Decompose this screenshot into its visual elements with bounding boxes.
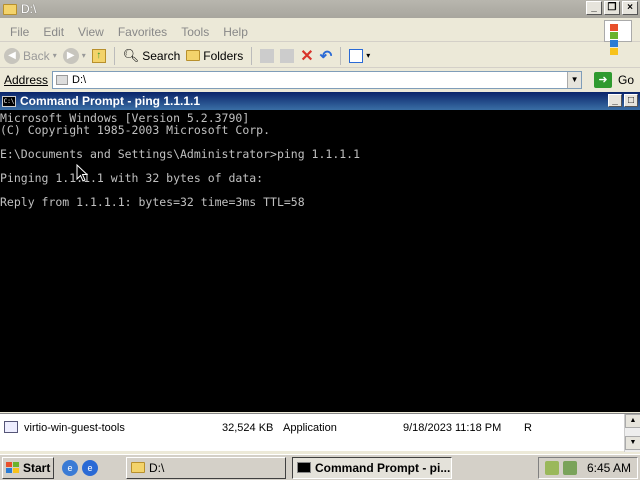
- search-icon: 🔍︎: [122, 47, 140, 63]
- address-value: D:\: [72, 74, 87, 86]
- restore-button[interactable]: ❐: [604, 1, 620, 15]
- cmd-icon: [297, 462, 311, 473]
- clock: 6:45 AM: [587, 460, 632, 475]
- start-label: Start: [23, 460, 51, 475]
- tray-icon[interactable]: [545, 460, 559, 475]
- views-icon: [349, 48, 364, 63]
- taskbar-item-label: D:\: [149, 460, 165, 475]
- mouse-pointer-icon: [76, 164, 88, 182]
- folders-button[interactable]: Folders: [186, 49, 243, 63]
- explorer-title-bar[interactable]: D:\ _ ❐ ×: [0, 0, 640, 18]
- explorer-title: D:\: [21, 2, 37, 16]
- file-type: Application: [283, 422, 337, 434]
- folder-icon: [3, 3, 17, 15]
- back-button[interactable]: ◀ Back ▾: [4, 47, 57, 64]
- address-bar: Address D:\ ▼ ➜ Go: [0, 70, 640, 90]
- menu-favorites[interactable]: Favorites: [118, 25, 167, 39]
- taskbar-item-cmd[interactable]: Command Prompt - pi...: [292, 456, 452, 479]
- delete-x-icon: ✕: [300, 47, 314, 65]
- cmd-console[interactable]: Microsoft Windows [Version 5.2.3790] (C)…: [0, 110, 640, 412]
- console-line: Reply from 1.1.1.1: bytes=32 time=3ms TT…: [0, 195, 305, 209]
- back-label: Back: [23, 48, 50, 63]
- forward-arrow-icon: ▶: [62, 47, 79, 64]
- console-line: (C) Copyright 1985-2003 Microsoft Corp.: [0, 123, 271, 137]
- folders-icon: [186, 50, 201, 61]
- undo-button[interactable]: ↶: [320, 47, 333, 65]
- cmd-icon: C:\: [2, 95, 16, 107]
- menu-bar: File Edit View Favorites Tools Help: [0, 20, 640, 55]
- console-line: E:\Documents and Settings\Administrator>…: [0, 147, 361, 161]
- move-to-button[interactable]: [260, 48, 275, 63]
- search-button[interactable]: 🔍︎ Search: [123, 48, 181, 64]
- go-button[interactable]: ➜ Go: [594, 72, 634, 88]
- menu-file[interactable]: File: [10, 25, 29, 39]
- up-folder-button[interactable]: ↑: [91, 48, 106, 63]
- go-arrow-icon: ➜: [594, 72, 613, 88]
- taskbar-item-explorer[interactable]: D:\: [126, 456, 286, 479]
- views-button[interactable]: ▾: [349, 48, 370, 63]
- delete-button[interactable]: ✕: [300, 46, 313, 66]
- copy-to-icon: [280, 48, 295, 63]
- minimize-button[interactable]: _: [586, 1, 602, 15]
- undo-icon: ↶: [319, 47, 333, 65]
- close-button[interactable]: ×: [622, 1, 638, 15]
- file-name: virtio-win-guest-tools: [24, 422, 125, 434]
- go-label: Go: [618, 73, 635, 87]
- start-button[interactable]: Start: [2, 456, 54, 479]
- scroll-up-icon[interactable]: ▲: [625, 414, 640, 428]
- vertical-scrollbar[interactable]: ▲ ▼: [624, 414, 640, 452]
- back-arrow-icon: ◀: [4, 47, 20, 64]
- search-label: Search: [142, 48, 181, 63]
- address-dropdown-button[interactable]: ▼: [567, 72, 582, 88]
- folder-icon: [131, 462, 145, 473]
- menu-help[interactable]: Help: [223, 25, 248, 39]
- explorer-toolbar: ◀ Back ▾ ▶ ▾ ↑ 🔍︎ Search Folders ✕ ↶ ▾: [0, 44, 640, 68]
- system-tray: 6:45 AM: [538, 456, 638, 479]
- address-input[interactable]: D:\ ▼: [52, 71, 583, 89]
- cmd-maximize-button[interactable]: □: [624, 94, 638, 107]
- forward-button[interactable]: ▶ ▾: [62, 47, 86, 64]
- windows-flag-icon: [6, 461, 20, 474]
- scroll-down-icon[interactable]: ▼: [625, 436, 640, 450]
- taskbar: Start e e D:\ Command Prompt - pi... 6:4…: [0, 454, 640, 480]
- cmd-minimize-button[interactable]: _: [608, 94, 622, 107]
- menu-edit[interactable]: Edit: [43, 25, 64, 39]
- taskbar-item-label: Command Prompt - pi...: [315, 460, 451, 475]
- folders-label: Folders: [203, 48, 244, 63]
- file-attributes: R: [524, 422, 532, 434]
- windows-logo-icon: [604, 20, 632, 55]
- console-line: Pinging 1.1.1.1 with 32 bytes of data:: [0, 171, 264, 185]
- file-list: virtio-win-guest-tools 32,524 KB Applica…: [0, 413, 640, 452]
- move-to-icon: [260, 48, 275, 63]
- ie-quicklaunch-icon[interactable]: e: [82, 459, 98, 476]
- cmd-title-bar[interactable]: C:\ Command Prompt - ping 1.1.1.1 _ □: [0, 92, 640, 110]
- file-size: 32,524 KB: [222, 422, 274, 434]
- network-icon[interactable]: [563, 460, 577, 475]
- copy-to-button[interactable]: [280, 48, 295, 63]
- address-label: Address: [4, 73, 49, 87]
- cmd-title: Command Prompt - ping 1.1.1.1: [20, 94, 201, 108]
- file-modified: 9/18/2023 11:18 PM: [403, 422, 502, 434]
- application-icon: [4, 421, 18, 433]
- up-folder-icon: ↑: [91, 48, 106, 63]
- menu-view[interactable]: View: [78, 25, 104, 39]
- menu-tools[interactable]: Tools: [181, 25, 209, 39]
- ie-quicklaunch-icon[interactable]: e: [62, 459, 78, 476]
- drive-icon: [56, 75, 69, 85]
- table-row[interactable]: virtio-win-guest-tools 32,524 KB Applica…: [4, 420, 624, 436]
